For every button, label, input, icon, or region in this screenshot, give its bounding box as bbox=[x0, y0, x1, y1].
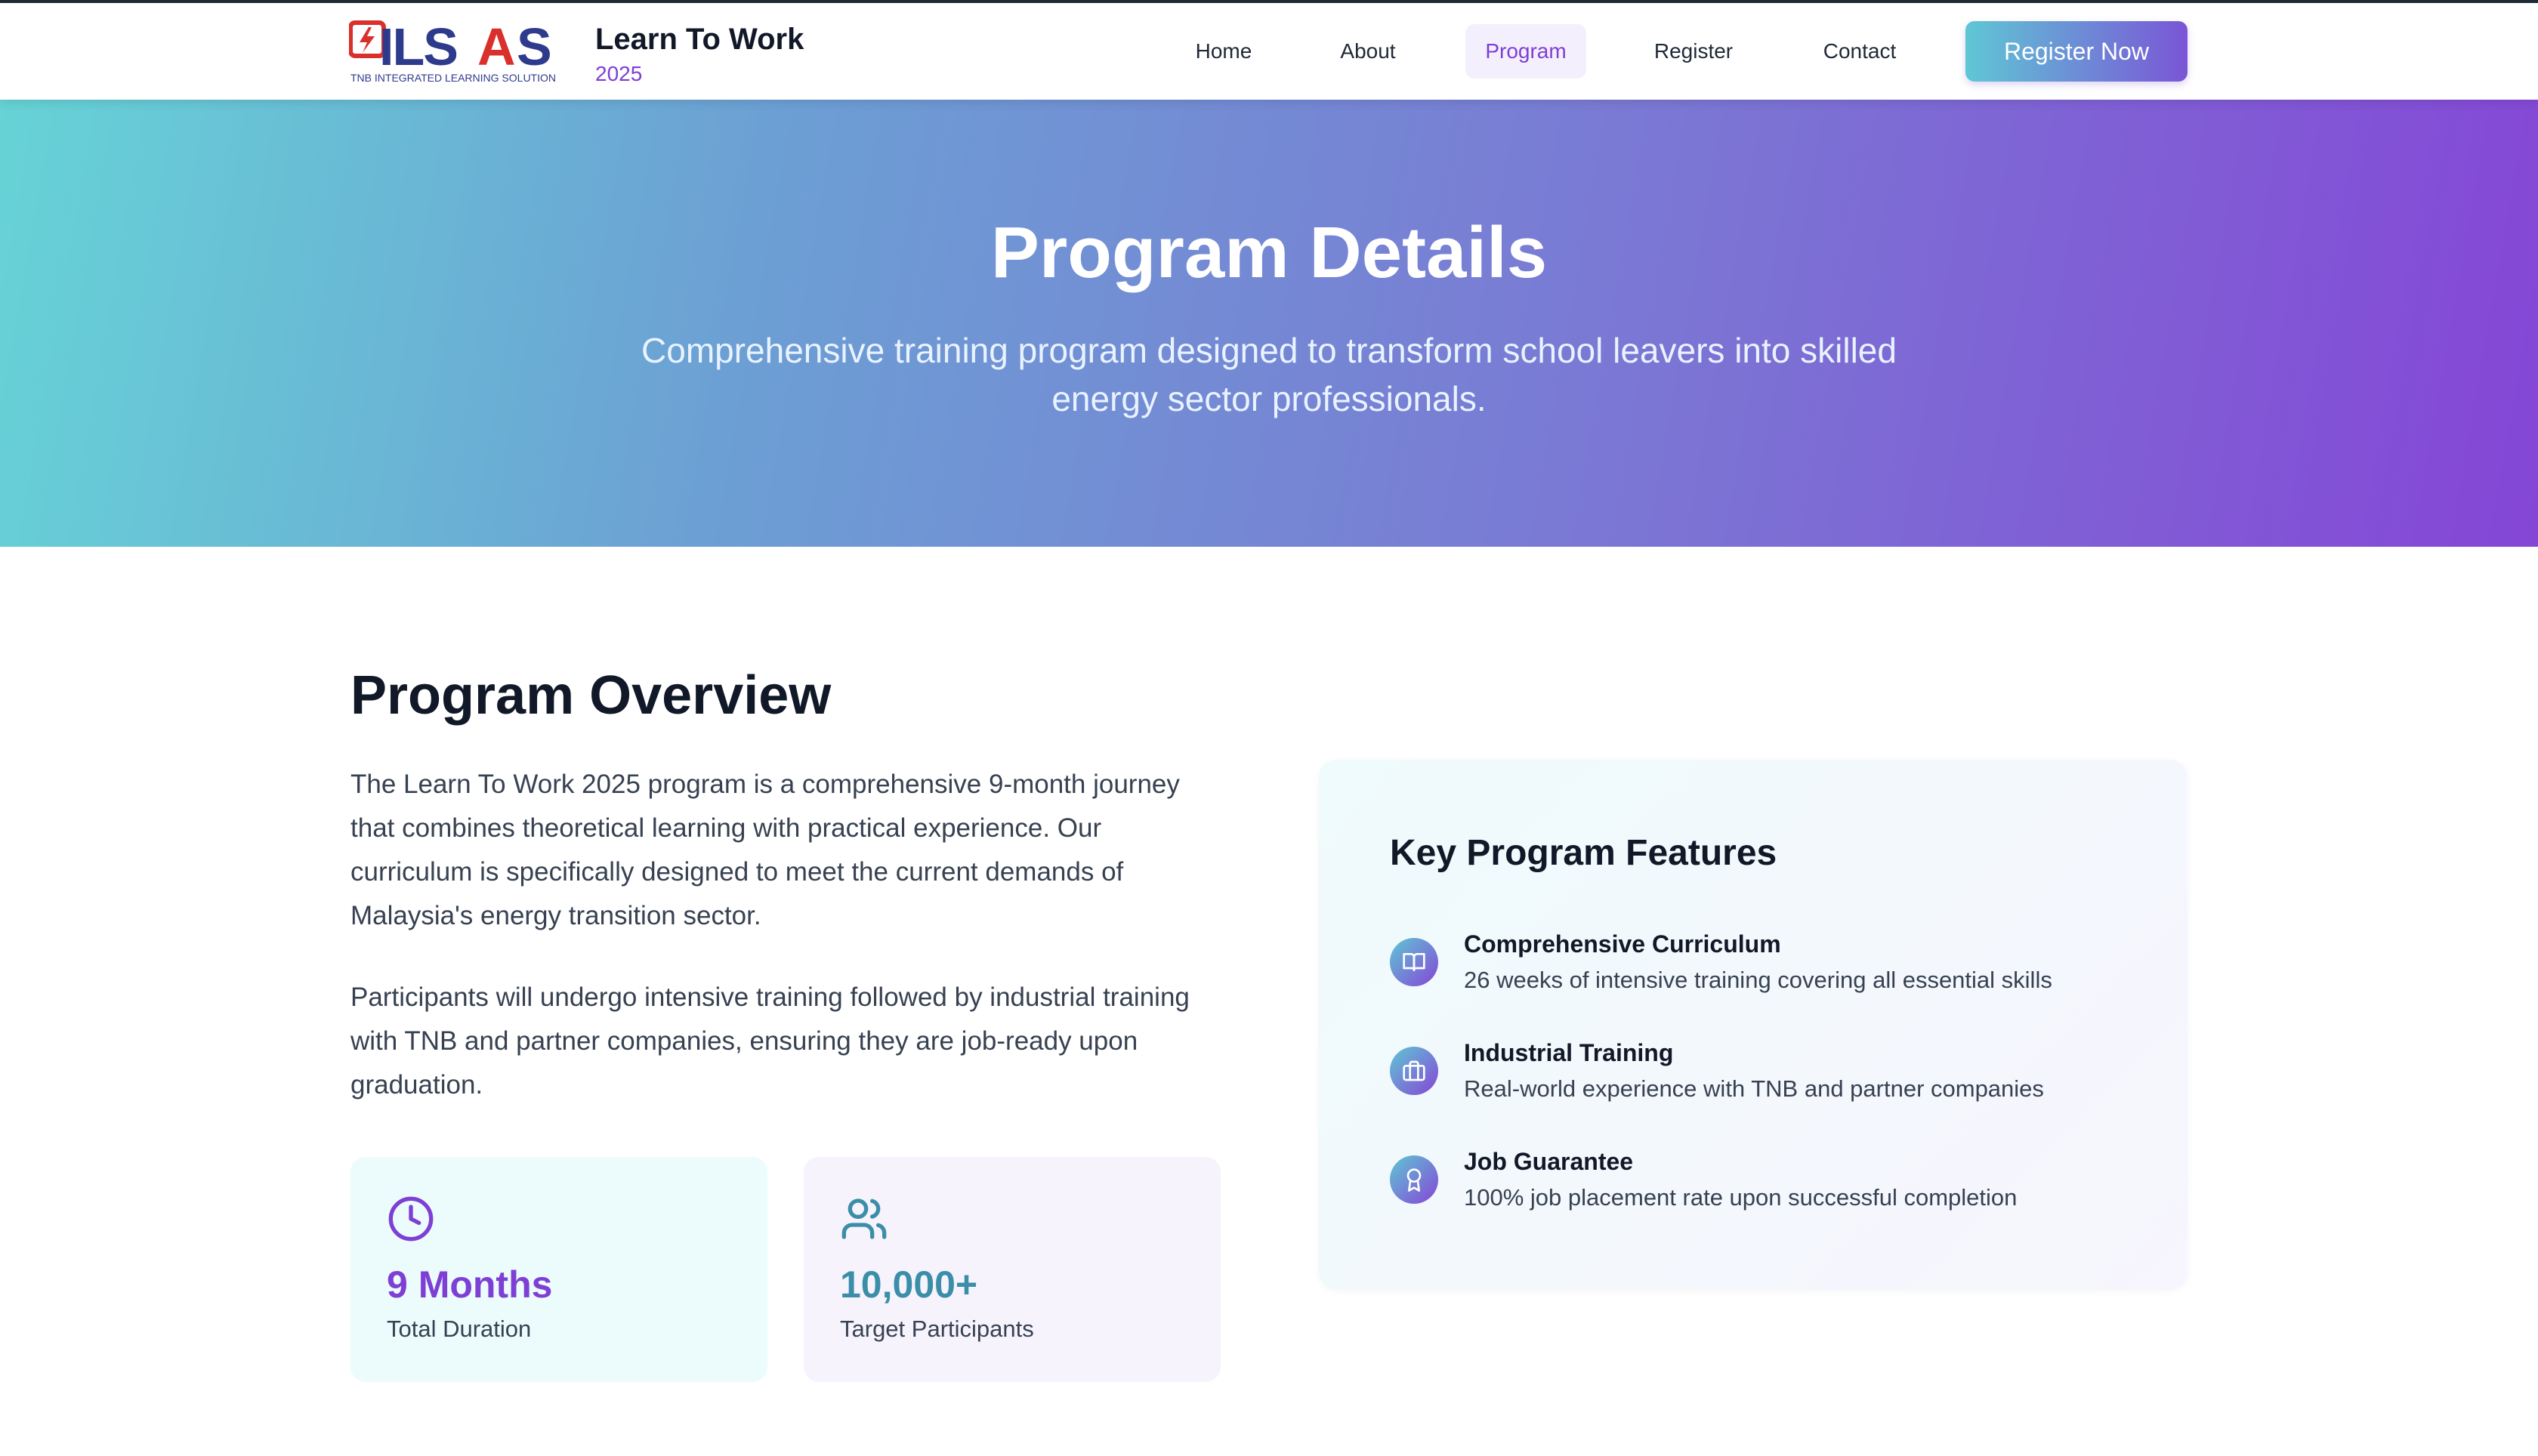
hero-subtitle: Comprehensive training program designed … bbox=[641, 331, 1897, 418]
svg-text:ILS: ILS bbox=[379, 20, 457, 76]
svg-text:A: A bbox=[477, 20, 516, 76]
briefcase-icon bbox=[1390, 1047, 1438, 1095]
nav-home[interactable]: Home bbox=[1177, 24, 1271, 79]
stat-value: 10,000+ bbox=[840, 1263, 978, 1306]
site-header: ILS A S TNB INTEGRATED LEARNING SOLUTION… bbox=[0, 3, 2538, 100]
book-icon bbox=[1390, 938, 1438, 986]
overview-paragraph: Participants will undergo intensive trai… bbox=[350, 982, 1190, 1100]
overview-paragraph: The Learn To Work 2025 program is a comp… bbox=[350, 770, 1180, 930]
brand-title: Learn To Work bbox=[595, 23, 804, 56]
feature-item: Job Guarantee 100% job placement rate up… bbox=[1390, 1148, 2145, 1231]
stat-card-duration: 9 Months Total Duration bbox=[350, 1157, 767, 1382]
stat-value: 9 Months bbox=[387, 1263, 553, 1306]
feature-item: Comprehensive Curriculum 26 weeks of int… bbox=[1390, 930, 2145, 1013]
hero-banner: Program Details Comprehensive training p… bbox=[0, 100, 2538, 547]
register-now-button[interactable]: Register Now bbox=[1965, 21, 2188, 82]
nav-about[interactable]: About bbox=[1322, 24, 1414, 79]
feature-title: Industrial Training bbox=[1464, 1039, 1674, 1066]
stat-card-participants: 10,000+ Target Participants bbox=[804, 1157, 1221, 1382]
users-icon bbox=[841, 1198, 887, 1239]
nav-program[interactable]: Program bbox=[1465, 24, 1586, 79]
feature-description: 26 weeks of intensive training covering … bbox=[1464, 967, 2052, 993]
feature-description: 100% job placement rate upon successful … bbox=[1464, 1184, 2018, 1211]
clock-icon bbox=[388, 1196, 434, 1242]
feature-item: Industrial Training Real-world experienc… bbox=[1390, 1039, 2145, 1122]
feature-title: Comprehensive Curriculum bbox=[1464, 930, 1781, 958]
logo-tagline: TNB INTEGRATED LEARNING SOLUTION bbox=[350, 72, 556, 84]
brand-year: 2025 bbox=[595, 62, 643, 85]
feature-title: Job Guarantee bbox=[1464, 1148, 1634, 1175]
svg-text:S: S bbox=[517, 20, 552, 76]
ilsas-logo[interactable]: ILS A S TNB INTEGRATED LEARNING SOLUTION bbox=[349, 20, 577, 86]
feature-description: Real-world experience with TNB and partn… bbox=[1464, 1075, 2044, 1102]
key-features-card: Key Program Features Comprehensive Curri… bbox=[1319, 760, 2188, 1290]
stat-label: Target Participants bbox=[840, 1316, 1034, 1342]
award-icon bbox=[1390, 1155, 1438, 1204]
page-title: Program Details bbox=[990, 212, 1548, 293]
nav-register[interactable]: Register bbox=[1639, 24, 1748, 79]
overview-heading: Program Overview bbox=[350, 665, 832, 726]
nav-contact[interactable]: Contact bbox=[1807, 24, 1913, 79]
features-heading: Key Program Features bbox=[1390, 833, 1777, 873]
stat-label: Total Duration bbox=[387, 1316, 532, 1342]
